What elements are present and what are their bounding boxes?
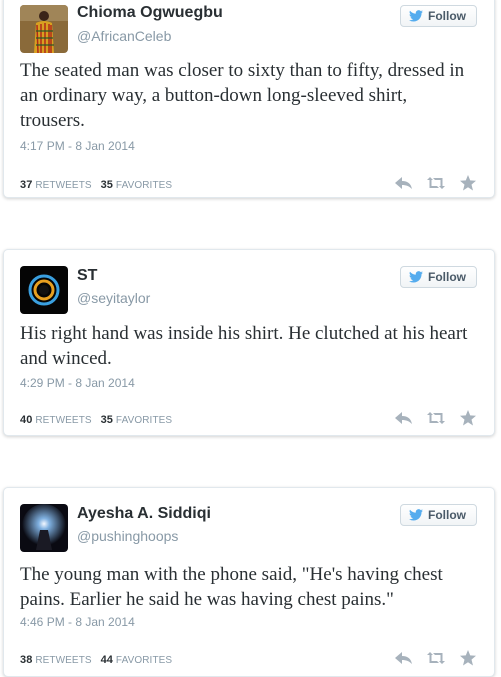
twitter-bird-icon bbox=[409, 509, 423, 521]
avatar[interactable] bbox=[20, 504, 68, 552]
favorite-count[interactable]: 35 bbox=[101, 179, 113, 191]
tweet-card: Chioma Ogwuegbu @AfricanCeleb Follow The… bbox=[3, 0, 495, 198]
retweet-count[interactable]: 37 bbox=[20, 179, 32, 191]
avatar[interactable] bbox=[20, 266, 68, 314]
favorites-label: FAVORITES bbox=[115, 655, 173, 666]
tweet-timestamp[interactable]: 4:46 PM - 8 Jan 2014 bbox=[20, 615, 135, 629]
reply-icon[interactable] bbox=[395, 650, 413, 666]
follow-label: Follow bbox=[428, 270, 466, 284]
follow-label: Follow bbox=[428, 9, 466, 23]
retweets-label: RETWEETS bbox=[35, 655, 92, 666]
follow-button[interactable]: Follow bbox=[400, 266, 477, 288]
tweet-card: Ayesha A. Siddiqi @pushinghoops Follow T… bbox=[3, 487, 495, 677]
user-handle[interactable]: @seyitaylor bbox=[77, 290, 150, 306]
favorite-star-icon[interactable] bbox=[459, 175, 477, 191]
favorite-count[interactable]: 35 bbox=[101, 414, 113, 426]
retweets-label: RETWEETS bbox=[35, 180, 92, 191]
reply-icon[interactable] bbox=[395, 410, 413, 426]
follow-button[interactable]: Follow bbox=[400, 5, 477, 27]
user-name[interactable]: Ayesha A. Siddiqi bbox=[77, 505, 211, 523]
favorite-count[interactable]: 44 bbox=[101, 654, 113, 666]
retweet-icon[interactable] bbox=[427, 650, 445, 666]
tweet-text: The young man with the phone said, "He's… bbox=[20, 564, 443, 610]
tweet-stats: 37 RETWEETS 35 FAVORITES bbox=[20, 179, 172, 191]
retweet-icon[interactable] bbox=[427, 410, 445, 426]
avatar[interactable] bbox=[20, 5, 68, 53]
tweet-card: ST @seyitaylor Follow His right hand was… bbox=[3, 249, 495, 436]
follow-button[interactable]: Follow bbox=[400, 504, 477, 526]
tweet-actions bbox=[395, 410, 477, 426]
retweet-icon[interactable] bbox=[427, 175, 445, 191]
tweet-actions bbox=[395, 650, 477, 666]
follow-label: Follow bbox=[428, 508, 466, 522]
twitter-bird-icon bbox=[409, 271, 423, 283]
reply-icon[interactable] bbox=[395, 175, 413, 191]
tweet-stats: 38 RETWEETS 44 FAVORITES bbox=[20, 654, 172, 666]
user-name[interactable]: ST bbox=[77, 267, 97, 285]
tweet-timestamp[interactable]: 4:17 PM - 8 Jan 2014 bbox=[20, 139, 135, 153]
favorite-star-icon[interactable] bbox=[459, 650, 477, 666]
tweet-text: His right hand was inside his shirt. He … bbox=[20, 323, 468, 369]
retweets-label: RETWEETS bbox=[35, 415, 92, 426]
tweet-text: The seated man was closer to sixty than … bbox=[20, 60, 465, 131]
favorite-star-icon[interactable] bbox=[459, 410, 477, 426]
tweet-actions bbox=[395, 175, 477, 191]
tweet-timestamp[interactable]: 4:29 PM - 8 Jan 2014 bbox=[20, 376, 135, 390]
twitter-bird-icon bbox=[409, 10, 423, 22]
tweet-stats: 40 RETWEETS 35 FAVORITES bbox=[20, 414, 172, 426]
user-handle[interactable]: @pushinghoops bbox=[77, 528, 178, 544]
user-name[interactable]: Chioma Ogwuegbu bbox=[77, 4, 223, 22]
retweet-count[interactable]: 38 bbox=[20, 654, 32, 666]
favorites-label: FAVORITES bbox=[115, 415, 173, 426]
retweet-count[interactable]: 40 bbox=[20, 414, 32, 426]
favorites-label: FAVORITES bbox=[115, 180, 173, 191]
user-handle[interactable]: @AfricanCeleb bbox=[77, 28, 171, 44]
